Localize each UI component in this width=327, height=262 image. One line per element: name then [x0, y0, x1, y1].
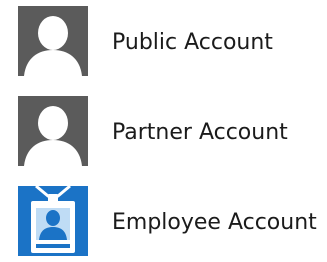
person-icon [18, 6, 88, 76]
account-label: Public Account [112, 30, 273, 55]
account-list: Public Account Partner Account Employee … [0, 0, 327, 262]
account-option-public[interactable]: Public Account [0, 0, 327, 86]
account-label: Employee Account [112, 210, 317, 235]
person-icon [18, 96, 88, 166]
employee-badge-icon [18, 186, 88, 256]
account-option-partner[interactable]: Partner Account [0, 90, 327, 176]
account-label: Partner Account [112, 120, 288, 145]
account-option-employee[interactable]: Employee Account [0, 180, 327, 262]
